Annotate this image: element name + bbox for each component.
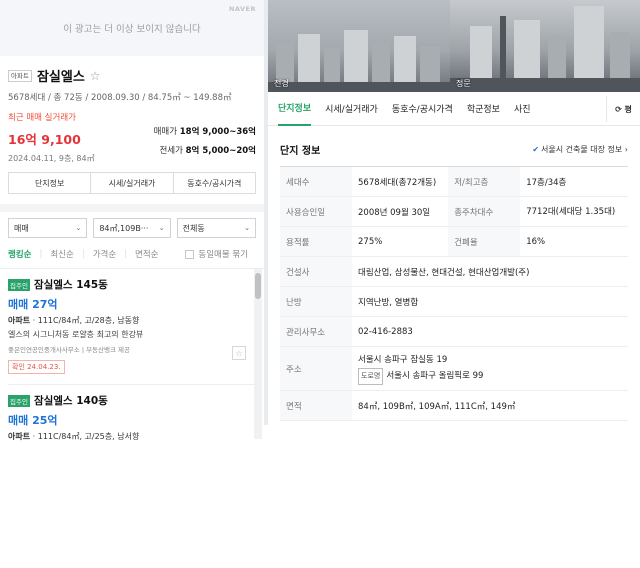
group-same-listing[interactable]: 동일매물 묶기 <box>185 248 256 260</box>
listing-price: 매매 27억 <box>8 298 58 311</box>
filter-bar: 매매 ⌄ 84㎡,109B··· ⌄ 전체동 ⌄ <box>0 212 264 238</box>
listing-list: 집주인 잠실엘스 145동 매매 27억 아파트 · 111C/84㎡, 고/2… <box>0 268 264 568</box>
complex-detail-panel: 전경 정문 단지정보 시세/실거래가 동호수/공시가격 학군정보 사진 ⟳ 평 … <box>268 0 640 425</box>
info-key: 세대수 <box>280 166 352 197</box>
ad-text: 이 광고는 더 이상 보이지 않습니다 <box>63 24 201 35</box>
sort-price[interactable]: 가격순 <box>93 248 116 260</box>
info-key: 건설사 <box>280 256 352 287</box>
sort-ranking[interactable]: 랭킹순 <box>8 248 31 260</box>
unit-toggle-button[interactable]: ⟳ 평 <box>606 96 640 122</box>
info-value: 16% <box>520 226 628 257</box>
info-value: 7712대(세대당 1.35대) <box>520 196 628 227</box>
seoul-logo-icon: ✔ <box>532 145 540 154</box>
info-key: 건폐율 <box>448 226 521 257</box>
listing-title: 잠실엘스 145동 <box>33 279 108 291</box>
recent-trade-label: 최근 매매 실거래가 <box>8 113 76 123</box>
info-value: 지역난방, 열병합 <box>352 286 628 317</box>
list-item[interactable]: 집주인 잠실엘스 145동 매매 27억 아파트 · 111C/84㎡, 고/2… <box>0 269 264 385</box>
info-value: 5678세대(총72개동) <box>352 166 449 197</box>
road-address: 서울시 송파구 올림픽로 99 <box>386 370 484 381</box>
sort-latest[interactable]: 최신순 <box>50 248 73 260</box>
sale-price-range: 매매가 18억 9,000~36억 <box>153 127 256 137</box>
listing-favorite-star-icon[interactable]: ☆ <box>232 346 246 360</box>
photo-caption: 정문 <box>456 79 471 88</box>
owner-badge: 집주인 <box>8 278 30 291</box>
seoul-building-registry-link[interactable]: ✔ 서울시 건축물 대장 정보 › <box>532 144 628 155</box>
recent-trade-date: 2024.04.11, 9층, 84㎡ <box>8 154 95 163</box>
info-key: 주소 <box>280 346 352 391</box>
listing-spec: 아파트 · 111C/84㎡, 고/28층, 남동향 <box>8 316 140 325</box>
listing-source: 좋은인연공인중개사사무소 | 부동산뱅크 제공 <box>8 346 131 354</box>
photo-exterior[interactable]: 전경 <box>268 0 450 92</box>
photo-strip: 전경 정문 <box>268 0 640 92</box>
section-title: 단지 정보 <box>280 146 321 157</box>
info-key: 저/최고층 <box>448 166 521 197</box>
unit-public-price-button[interactable]: 동호수/공시가격 <box>174 173 255 193</box>
lease-price-range: 전세가 8억 5,000~20억 <box>159 146 256 156</box>
info-key: 난방 <box>280 286 352 317</box>
info-value: 2008년 09월 30일 <box>352 196 449 227</box>
road-name-tag: 도로명 <box>358 367 384 385</box>
type-badge: 아파트 <box>8 69 32 82</box>
info-key: 면적 <box>280 390 352 421</box>
area-select[interactable]: 84㎡,109B··· ⌄ <box>93 218 171 238</box>
info-value: 17층/34층 <box>520 166 628 197</box>
info-key: 관리사무소 <box>280 316 352 347</box>
sort-area[interactable]: 면적순 <box>135 248 158 260</box>
confirm-date-badge: 확인 24.04.23. <box>8 360 65 374</box>
chevron-down-icon: ⌄ <box>158 224 165 232</box>
listing-description: 엘스의 시그니처동 로얄층 최고의 한강뷰 <box>8 330 144 339</box>
favorite-star-icon[interactable]: ☆ <box>90 69 101 83</box>
sort-bar: 랭킹순 | 최신순 | 가격순 | 면적순 동일매물 묶기 <box>0 238 264 260</box>
info-key: 용적률 <box>280 226 352 257</box>
listing-panel: 이 광고는 더 이상 보이지 않습니다 NAVER 아파트 잠실엘스 ☆ 567… <box>0 0 264 441</box>
listing-price: 매매 25억 <box>8 414 58 427</box>
tab-photos[interactable]: 사진 <box>514 92 531 126</box>
ad-banner[interactable]: 이 광고는 더 이상 보이지 않습니다 NAVER <box>0 0 264 56</box>
tab-price-trade[interactable]: 시세/실거래가 <box>325 92 378 126</box>
photo-caption: 전경 <box>274 79 289 88</box>
jibun-address: 서울시 송파구 잠실동 19 <box>358 354 448 365</box>
complex-info-buttons: 단지정보 시세/실거래가 동호수/공시가격 <box>8 172 256 194</box>
price-trade-button[interactable]: 시세/실거래가 <box>91 173 174 193</box>
info-value: 84㎡, 109B㎡, 109A㎡, 111C㎡, 149㎡ <box>352 390 628 421</box>
chevron-down-icon: ⌄ <box>75 224 82 232</box>
listing-spec: 아파트 · 111C/84㎡, 고/25층, 남서향 <box>8 432 140 441</box>
address-value: 서울시 송파구 잠실동 19 도로명 서울시 송파구 올림픽로 99 <box>352 346 628 391</box>
info-value: 02-416-2883 <box>352 316 628 347</box>
chevron-down-icon: ⌄ <box>244 224 250 232</box>
photo-main-gate[interactable]: 정문 <box>450 0 640 92</box>
naver-logo: NAVER <box>228 5 256 13</box>
info-key: 총주차대수 <box>448 196 521 227</box>
tab-school[interactable]: 학군정보 <box>467 92 500 126</box>
listing-title: 잠실엘스 140동 <box>33 395 108 407</box>
same-listing-checkbox[interactable] <box>185 249 195 259</box>
dong-select[interactable]: 전체동 ⌄ <box>176 218 256 238</box>
info-value: 대림산업, 삼성물산, 현대건설, 현대산업개발(주) <box>352 256 628 287</box>
recent-trade-price: 16억 9,100 <box>8 132 81 147</box>
complex-overview: 5678세대 / 총 72동 / 2008.09.30 / 84.75㎡ ~ 1… <box>8 93 232 103</box>
section-separator <box>0 204 264 212</box>
complex-name: 잠실엘스 <box>36 70 85 85</box>
tab-complex-info[interactable]: 단지정보 <box>278 92 312 126</box>
detail-tabs: 단지정보 시세/실거래가 동호수/공시가격 학군정보 사진 ⟳ 평 <box>268 92 640 126</box>
complex-info-button[interactable]: 단지정보 <box>9 173 92 193</box>
tab-unit-public-price[interactable]: 동호수/공시가격 <box>392 92 453 126</box>
info-value: 275% <box>352 226 449 257</box>
list-item[interactable]: 집주인 잠실엘스 140동 매매 25억 아파트 · 111C/84㎡, 고/2… <box>0 385 264 442</box>
info-key: 사용승인일 <box>280 196 352 227</box>
owner-badge: 집주인 <box>8 394 30 407</box>
complex-summary: 아파트 잠실엘스 ☆ 5678세대 / 총 72동 / 2008.09.30 /… <box>0 66 264 194</box>
complex-info-table: 세대수 5678세대(총72개동) 저/최고층 17층/34층 사용승인일 20… <box>280 166 628 421</box>
trade-type-select[interactable]: 매매 ⌄ <box>8 218 88 238</box>
